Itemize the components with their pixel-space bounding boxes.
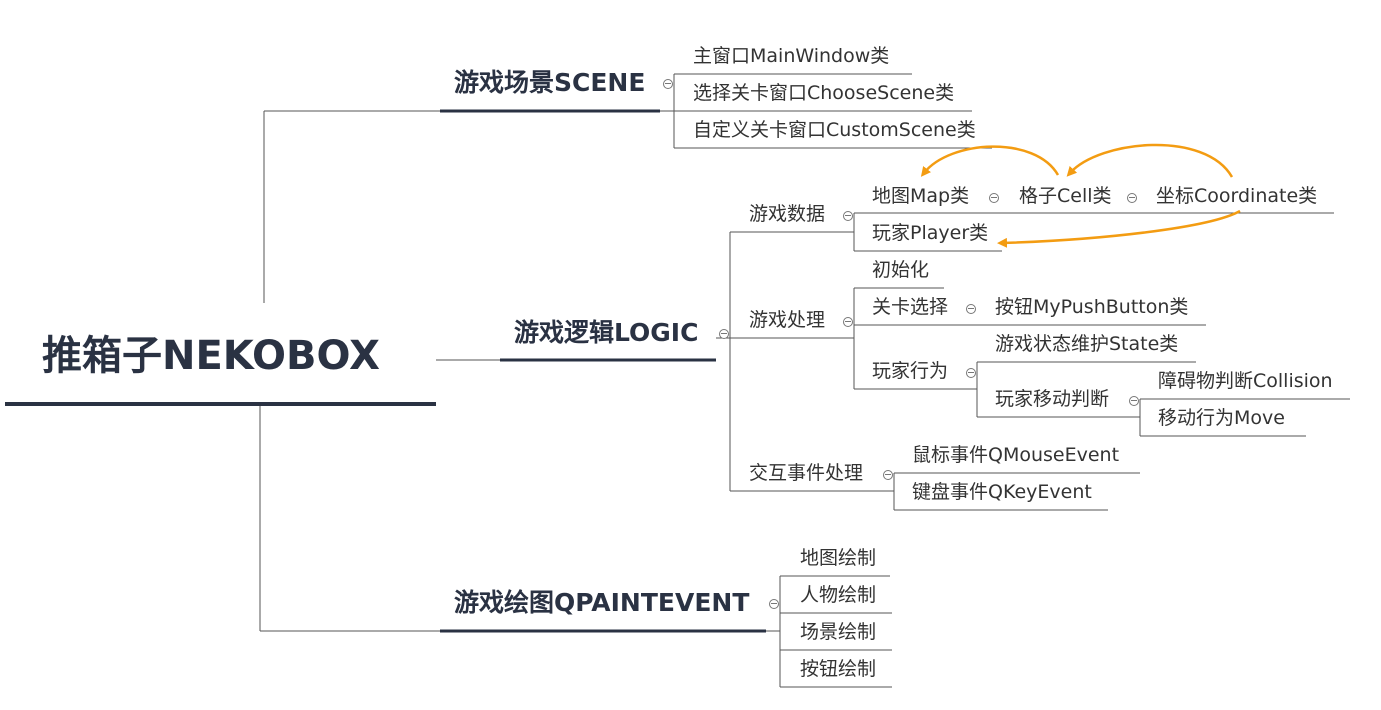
paint-character[interactable]: 人物绘制 (800, 586, 876, 605)
data-cell-class[interactable]: 格子Cell类 (1019, 187, 1112, 206)
process-level-select[interactable]: 关卡选择 (872, 298, 948, 317)
collapse-toggle-paint[interactable] (769, 599, 779, 609)
collapse-toggle-data[interactable] (843, 211, 853, 221)
logic-process[interactable]: 游戏处理 (749, 311, 825, 330)
collapse-toggle-process[interactable] (843, 317, 853, 327)
collapse-toggle-map[interactable] (989, 193, 999, 203)
process-button-class[interactable]: 按钮MyPushButton类 (995, 298, 1188, 317)
relation-cell-to-map (920, 145, 1060, 177)
scene-item-customscene[interactable]: 自定义关卡窗口CustomScene类 (693, 121, 976, 140)
collapse-toggle-events[interactable] (883, 470, 893, 480)
paint-scene[interactable]: 场景绘制 (800, 623, 876, 642)
process-init[interactable]: 初始化 (872, 261, 929, 280)
branch-scene[interactable]: 游戏场景SCENE (454, 70, 645, 95)
relation-coordinate-to-player (997, 209, 1241, 248)
collapse-toggle-logic[interactable] (719, 329, 729, 339)
paint-map[interactable]: 地图绘制 (800, 549, 876, 568)
process-state-class[interactable]: 游戏状态维护State类 (995, 335, 1178, 354)
relation-coordinate-to-cell (1066, 143, 1234, 178)
branch-logic[interactable]: 游戏逻辑LOGIC (514, 320, 698, 345)
collapse-toggle-scene[interactable] (663, 79, 673, 89)
data-coordinate-class[interactable]: 坐标Coordinate类 (1156, 187, 1317, 206)
root-node[interactable]: 推箱子NEKOBOX (42, 336, 380, 376)
logic-events[interactable]: 交互事件处理 (749, 464, 863, 483)
collapse-toggle-move-judge[interactable] (1129, 396, 1139, 406)
data-player-class[interactable]: 玩家Player类 (872, 224, 988, 243)
collapse-toggle-player-action[interactable] (966, 368, 976, 378)
process-collision[interactable]: 障碍物判断Collision (1158, 372, 1333, 391)
data-map-class[interactable]: 地图Map类 (872, 187, 969, 206)
collapse-toggle-level-select[interactable] (966, 304, 976, 314)
branch-paint[interactable]: 游戏绘图QPAINTEVENT (454, 590, 749, 615)
collapse-toggle-cell[interactable] (1127, 193, 1137, 203)
scene-item-mainwindow[interactable]: 主窗口MainWindow类 (693, 47, 889, 66)
process-move-judge[interactable]: 玩家移动判断 (995, 390, 1109, 409)
scene-item-choosescene[interactable]: 选择关卡窗口ChooseScene类 (693, 84, 954, 103)
process-move[interactable]: 移动行为Move (1158, 409, 1285, 428)
logic-data[interactable]: 游戏数据 (749, 205, 825, 224)
events-key[interactable]: 键盘事件QKeyEvent (912, 483, 1092, 502)
paint-button[interactable]: 按钮绘制 (800, 660, 876, 679)
process-player-action[interactable]: 玩家行为 (872, 362, 948, 381)
events-mouse[interactable]: 鼠标事件QMouseEvent (912, 446, 1119, 465)
